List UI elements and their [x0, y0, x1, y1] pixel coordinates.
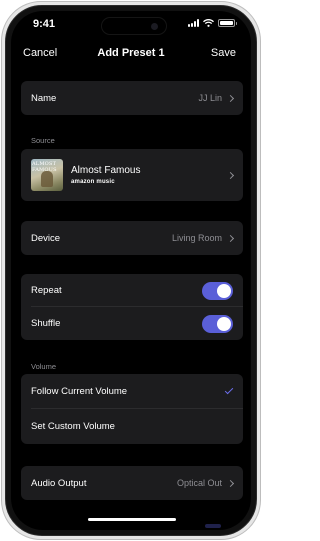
navigation-bar: Cancel Add Preset 1 Save	[11, 44, 251, 64]
toggle-knob	[217, 316, 231, 331]
volume-option-label: Follow Current Volume	[31, 386, 128, 397]
name-label: Name	[31, 92, 57, 104]
app-screen: 9:41 Cancel Add Preset 1 Save Name JJ Li…	[11, 11, 251, 530]
name-card: Name JJ Lin	[21, 81, 243, 115]
playback-card: Repeat Shuffle	[21, 274, 243, 340]
shuffle-row: Shuffle	[21, 307, 243, 340]
volume-section-label: Volume	[31, 362, 57, 371]
device-value: Living Room	[171, 233, 222, 243]
wifi-icon	[203, 19, 214, 27]
audio-output-row[interactable]: Audio Output Optical Out	[21, 466, 243, 500]
source-section-label: Source	[31, 136, 55, 145]
device-card: Device Living Room	[21, 221, 243, 255]
chevron-right-icon	[226, 234, 235, 242]
toggle-knob	[217, 283, 231, 298]
checkmark-icon	[224, 385, 234, 395]
source-card: ALMOST FAMOUS Almost Famous amazon music	[21, 149, 243, 201]
volume-option-label: Set Custom Volume	[31, 421, 115, 432]
amazon-music-logo: amazon music	[71, 179, 115, 185]
chevron-right-icon	[226, 94, 235, 102]
source-row[interactable]: ALMOST FAMOUS Almost Famous amazon music	[21, 149, 243, 201]
device-row[interactable]: Device Living Room	[21, 221, 243, 255]
audio-output-value: Optical Out	[176, 478, 222, 488]
name-value: JJ Lin	[198, 93, 222, 103]
device-label: Device	[31, 232, 61, 244]
audio-output-label: Audio Output	[31, 477, 87, 489]
name-row[interactable]: Name JJ Lin	[21, 81, 243, 115]
repeat-row: Repeat	[21, 274, 243, 307]
chevron-right-icon	[226, 479, 235, 487]
save-button[interactable]: Save	[211, 47, 236, 59]
dynamic-island	[101, 17, 167, 35]
audio-output-card: Audio Output Optical Out	[21, 466, 243, 500]
cellular-signal-icon	[188, 19, 199, 27]
partial-toggle	[205, 524, 221, 528]
shuffle-toggle[interactable]	[202, 314, 233, 333]
status-time: 9:41	[33, 18, 56, 30]
album-art: ALMOST FAMOUS	[31, 159, 63, 191]
battery-icon	[218, 19, 237, 27]
volume-option-custom[interactable]: Set Custom Volume	[21, 409, 243, 444]
chevron-right-icon	[226, 171, 235, 179]
camera-icon	[151, 23, 158, 30]
status-icons	[188, 19, 237, 27]
home-indicator[interactable]	[88, 518, 176, 521]
album-title: Almost Famous	[71, 165, 141, 176]
repeat-label: Repeat	[31, 285, 62, 296]
volume-option-follow[interactable]: Follow Current Volume	[21, 374, 243, 409]
repeat-toggle[interactable]	[202, 281, 233, 300]
status-bar: 9:41	[11, 11, 251, 37]
shuffle-label: Shuffle	[31, 318, 61, 329]
volume-card: Follow Current Volume Set Custom Volume	[21, 374, 243, 444]
